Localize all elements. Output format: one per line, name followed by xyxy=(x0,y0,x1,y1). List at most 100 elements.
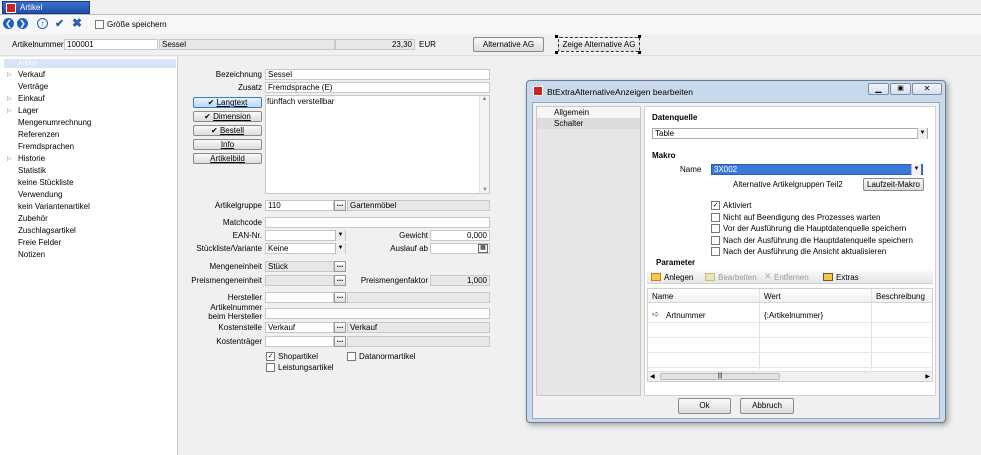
langtext-button[interactable]: ✔ Langtext xyxy=(193,97,262,108)
tab-allgemein[interactable]: Allgemein xyxy=(537,107,640,118)
laufzeit-makro-button[interactable]: Laufzeit-Makro xyxy=(863,178,924,191)
datenquelle-dropdown-icon[interactable]: ▼ xyxy=(917,128,927,139)
datenquelle-select[interactable]: Table xyxy=(652,128,928,139)
scroll-left-icon[interactable]: ◀ xyxy=(650,373,655,380)
tab-schalter[interactable]: Schalter xyxy=(537,118,640,129)
kostenstelle-field[interactable]: Verkauf xyxy=(265,322,334,333)
tab-artikel[interactable]: Artikel xyxy=(2,1,90,14)
shopartikel-checkbox[interactable]: ✓ xyxy=(266,352,275,361)
zusatz-field[interactable]: Fremdsprache (E) xyxy=(265,82,490,93)
mengeneinheit-lookup-button[interactable]: ... xyxy=(334,261,346,272)
sidebar-item[interactable]: Mengenumrechnung xyxy=(18,118,91,128)
horizontal-scrollbar[interactable]: ◀ ||| ▶ xyxy=(648,371,932,381)
sidebar-item[interactable]: Zubehör xyxy=(18,214,48,224)
entfernen-button[interactable]: Entfernen xyxy=(774,273,809,283)
ean-field[interactable] xyxy=(265,230,346,241)
artikelgruppe-lookup-button[interactable]: ... xyxy=(334,200,346,211)
option-checkbox[interactable]: ✓ xyxy=(711,201,720,210)
preismengeneinheit-field[interactable] xyxy=(265,275,334,286)
dimension-button[interactable]: ✔ Dimension xyxy=(193,111,262,122)
ok-button[interactable]: Ok xyxy=(678,398,731,414)
artnr-hersteller-field[interactable] xyxy=(265,308,490,319)
stueckliste-dropdown-icon[interactable]: ▼ xyxy=(335,243,345,254)
sidebar-item[interactable]: keine Stückliste xyxy=(18,178,74,188)
abbruch-button[interactable]: Abbruch xyxy=(740,398,794,414)
alternative-ag-button[interactable]: Alternative AG xyxy=(473,37,544,52)
datanorm-checkbox[interactable] xyxy=(347,352,356,361)
sidebar-item[interactable]: Zuschlagsartikel xyxy=(18,226,76,236)
forward-icon[interactable]: ❯ xyxy=(17,18,28,29)
option-checkbox[interactable] xyxy=(711,224,720,233)
preismengeneinheit-lookup-button[interactable]: ... xyxy=(334,275,346,286)
scroll-up-icon[interactable]: ▲ xyxy=(480,96,489,102)
sidebar-item[interactable]: Verträge xyxy=(18,82,48,92)
artikelnummer-field[interactable]: 100001 xyxy=(64,39,158,50)
up-icon[interactable]: ↑ xyxy=(37,18,48,29)
back-icon[interactable]: ❮ xyxy=(3,18,14,29)
grid-col-name[interactable]: Name xyxy=(652,292,673,301)
scroll-down-icon[interactable]: ▼ xyxy=(480,187,490,193)
mengeneinheit-field[interactable]: Stück xyxy=(265,261,334,272)
resize-handle[interactable] xyxy=(638,35,641,38)
option-checkbox[interactable] xyxy=(711,235,720,245)
stueckliste-select[interactable]: Keine xyxy=(265,243,346,254)
sidebar-item[interactable]: Freie Felder xyxy=(18,238,61,248)
sidebar-item[interactable]: Verkauf xyxy=(18,70,45,80)
grid-col-wert[interactable]: Wert xyxy=(764,292,781,301)
sidebar-item[interactable]: Referenzen xyxy=(18,130,59,140)
expand-arrow-icon[interactable]: ▷ xyxy=(7,71,12,78)
ean-dropdown-icon[interactable]: ▼ xyxy=(335,230,345,241)
langtext-textarea[interactable]: fünffach verstellbar ▲ ▼ xyxy=(265,95,490,194)
show-alternative-ag-button[interactable]: Zeige Alternative AG xyxy=(558,37,640,52)
sidebar-item[interactable]: Statistik xyxy=(18,166,46,176)
sidebar-item[interactable]: kein Variantenartikel xyxy=(18,202,90,212)
hersteller-lookup-button[interactable]: ... xyxy=(334,292,346,303)
sidebar-item[interactable]: Lager xyxy=(18,106,38,116)
makro-name-select[interactable]: 3X002 xyxy=(711,164,923,175)
extras-button[interactable]: Extras xyxy=(836,273,859,283)
table-row[interactable]: ➪ Artnummer {:Artikelnummer} xyxy=(648,309,932,323)
hersteller-field[interactable] xyxy=(265,292,334,303)
kostentraeger-field[interactable] xyxy=(265,336,334,347)
expand-arrow-icon[interactable]: ▷ xyxy=(7,95,12,102)
preismengenfaktor-field[interactable]: 1,000 xyxy=(430,275,490,286)
calendar-icon[interactable]: ▦ xyxy=(478,244,488,253)
info-button[interactable]: Info xyxy=(193,139,262,150)
scrollbar[interactable]: ▲ ▼ xyxy=(479,96,489,193)
minimize-button[interactable]: ▁ xyxy=(868,83,889,95)
resize-handle[interactable] xyxy=(555,35,558,38)
maximize-button[interactable]: ▣ xyxy=(890,83,911,95)
expand-arrow-icon[interactable]: ▷ xyxy=(7,155,12,162)
sidebar-item[interactable]: Verwendung xyxy=(18,190,62,200)
grid-col-beschreibung[interactable]: Beschreibung xyxy=(876,292,925,301)
sidebar-item[interactable]: Fremdsprachen xyxy=(18,142,74,152)
resize-handle[interactable] xyxy=(555,51,558,54)
leistungsartikel-checkbox[interactable] xyxy=(266,363,275,372)
save-size-checkbox[interactable] xyxy=(95,20,104,29)
gewicht-field[interactable]: 0,000 xyxy=(430,230,490,241)
bezeichnung-field[interactable]: Sessel xyxy=(265,69,490,80)
sidebar-item[interactable]: Einkauf xyxy=(18,94,45,104)
anlegen-button[interactable]: Anlegen xyxy=(664,273,693,283)
expand-arrow-icon[interactable]: ▷ xyxy=(7,107,12,114)
sidebar-item[interactable]: Notizen xyxy=(18,250,45,260)
kostenstelle-lookup-button[interactable]: ... xyxy=(334,322,346,333)
cancel-icon[interactable]: ✖ xyxy=(72,16,82,30)
makro-name-dropdown-icon[interactable]: ▼ xyxy=(911,164,921,175)
option-checkbox[interactable] xyxy=(711,247,720,256)
kostentraeger-lookup-button[interactable]: ... xyxy=(334,336,346,347)
scroll-thumb[interactable]: ||| xyxy=(660,373,780,380)
check-icon[interactable]: ✔ xyxy=(55,17,64,30)
bearbeiten-button[interactable]: Bearbeiten xyxy=(718,273,757,283)
artikelgruppe-field[interactable]: 110 xyxy=(265,200,334,211)
close-button[interactable]: ✕ xyxy=(912,83,942,95)
sidebar-item[interactable]: Historie xyxy=(18,154,45,164)
option-checkbox-label: Vor der Ausführung die Hauptdatenquelle … xyxy=(723,224,907,233)
matchcode-field[interactable] xyxy=(265,217,490,228)
artikelbild-button[interactable]: Artikelbild xyxy=(193,153,262,164)
sidebar-item-selected[interactable]: Artikel xyxy=(4,59,176,68)
scroll-right-icon[interactable]: ▶ xyxy=(925,373,930,380)
resize-handle[interactable] xyxy=(638,51,641,54)
bestell-button[interactable]: ✔ Bestell xyxy=(193,125,262,136)
option-checkbox[interactable] xyxy=(711,212,720,222)
